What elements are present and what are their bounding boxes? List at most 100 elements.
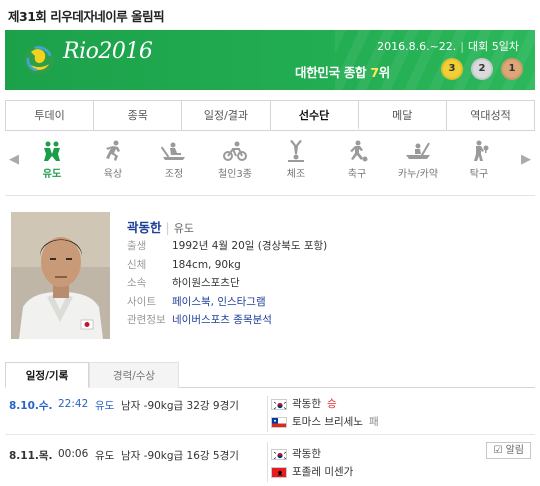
player-name[interactable]: 포졸레 미센가 [292, 466, 353, 478]
main-tabs: 투데이 종목 일정/결과 선수단 메달 역대성적 [5, 100, 535, 131]
tab-career-awards[interactable]: 경력/수상 [89, 362, 179, 388]
table-tennis-icon [474, 140, 489, 161]
carousel-next-icon[interactable]: ▶ [521, 152, 531, 167]
player-row: 곽동한 승 [271, 396, 337, 412]
player-name[interactable]: 토마스 브리세노 [292, 416, 363, 428]
match-sport: 유도 [95, 450, 115, 462]
korea-flag-icon [271, 398, 287, 410]
football-icon [350, 140, 368, 162]
tab-schedule-record[interactable]: 일정/기록 [5, 362, 89, 388]
divider [5, 434, 535, 435]
match-row: 8.11.목. 00:06 유도 남자 -90kg급 16강 5경기 곽동한 포… [5, 442, 535, 484]
rowing-icon [161, 142, 185, 160]
sport-label: 축구 [347, 169, 367, 180]
info-row-related: 관련정보 네이버스포츠 종목분석 [127, 311, 327, 330]
tab-today[interactable]: 투데이 [6, 101, 95, 130]
info-value: 184cm, 90kg [172, 258, 241, 271]
sport-item-athletics[interactable]: 육상 [86, 140, 140, 180]
gymnastics-icon [288, 140, 304, 162]
profile-subtabs: 일정/기록 경력/수상 [5, 362, 535, 388]
info-key: 신체 [127, 258, 147, 271]
match-date: 8.10.수. [9, 400, 53, 412]
tab-history[interactable]: 역대성적 [446, 101, 535, 130]
match-sport: 유도 [95, 400, 115, 412]
player-row: 포졸레 미센가 [271, 464, 353, 480]
chile-flag-icon [271, 416, 287, 428]
albania-flag-icon [271, 466, 287, 478]
related-info-link[interactable]: 네이버스포츠 종목분석 [172, 314, 272, 326]
info-row-birth: 출생 1992년 4월 20일 (경상북도 포항) [127, 237, 327, 256]
athlete-info: 출생 1992년 4월 20일 (경상북도 포항) 신체 184cm, 90kg 소… [127, 237, 327, 330]
tab-medals[interactable]: 메달 [358, 101, 447, 130]
player-row: 곽동한 [271, 446, 321, 462]
match-event[interactable]: 남자 -90kg급 16강 5경기 [121, 448, 239, 463]
canoe-icon [406, 142, 430, 159]
divider [267, 442, 268, 482]
page-title: 제31회 리우데자네이루 올림픽 [8, 9, 165, 24]
rio2016-wordmark: Rio2016 [63, 39, 153, 64]
athlete-sport: 유도 [173, 222, 194, 235]
info-key: 소속 [127, 277, 147, 289]
athlete-name[interactable]: 곽동한 [127, 220, 162, 235]
sports-carousel: ◀ 유도 육상 조정 철인3종 체조 축구 카누/카약 탁구 ▶ [5, 138, 535, 186]
match-time: 22:42 [58, 398, 89, 410]
athlete-heading: 곽동한 | 유도 [127, 220, 194, 235]
info-key: 사이트 [127, 295, 156, 308]
sport-label: 육상 [103, 169, 123, 180]
player-name[interactable]: 곽동한 [292, 448, 321, 460]
divider [267, 396, 268, 432]
alarm-icon: ☑ [493, 445, 506, 456]
sport-item-judo[interactable]: 유도 [25, 140, 79, 180]
sport-item-triathlon[interactable]: 철인3종 [208, 140, 262, 180]
sport-label: 탁구 [469, 169, 489, 180]
bronze-medal-count: 1 [501, 58, 523, 80]
rank-label: 대한민국 종합 [295, 65, 371, 80]
athlete-photo [11, 212, 110, 339]
carousel-prev-icon[interactable]: ◀ [9, 152, 19, 167]
korea-flag-icon [271, 448, 287, 460]
competition-day: 대회 5일차 [468, 40, 519, 53]
triathlon-icon [223, 141, 247, 161]
olympic-banner[interactable]: Rio2016 2016.8.6.~22. | 대회 5일차 대한민국 종합 7위 … [5, 30, 535, 90]
info-row-body: 신체 184cm, 90kg [127, 256, 327, 275]
match-event[interactable]: 남자 -90kg급 32강 9경기 [121, 398, 239, 413]
sport-item-football[interactable]: 축구 [330, 140, 384, 180]
sport-label: 카누/카약 [397, 169, 439, 180]
match-result: 패 [368, 416, 379, 428]
sport-item-table-tennis[interactable]: 탁구 [452, 140, 506, 180]
date-range: 2016.8.6.~22. [377, 40, 457, 53]
info-row-affiliation: 소속 하이원스포츠단 [127, 274, 327, 293]
player-name[interactable]: 곽동한 [292, 398, 321, 410]
judo-icon [44, 141, 60, 161]
info-value: 하이원스포츠단 [172, 277, 240, 289]
tab-sports[interactable]: 종목 [94, 101, 183, 130]
sport-item-gymnastics[interactable]: 체조 [269, 140, 323, 180]
tab-team[interactable]: 선수단 [270, 101, 359, 130]
sport-item-canoe[interactable]: 카누/카약 [391, 140, 445, 180]
rank-suffix: 위 [378, 65, 391, 80]
olympic-dates: 2016.8.6.~22. | 대회 5일차 [377, 40, 519, 53]
korea-rank[interactable]: 대한민국 종합 7위 [295, 62, 390, 81]
sport-item-rowing[interactable]: 조정 [147, 140, 201, 180]
sport-label: 철인3종 [218, 169, 252, 180]
match-time: 00:06 [58, 448, 89, 460]
match-row: 8.10.수. 22:42 유도 남자 -90kg급 32강 9경기 곽동한 승 … [5, 396, 535, 434]
sport-label: 조정 [164, 169, 184, 180]
match-result: 승 [326, 398, 337, 410]
alarm-label: 알림 [505, 445, 524, 456]
alarm-button[interactable]: ☑ 알림 [486, 442, 531, 459]
rank-number: 7 [370, 65, 379, 80]
athletics-icon [106, 140, 120, 161]
sport-label: 체조 [286, 169, 306, 180]
tab-schedule-results[interactable]: 일정/결과 [182, 101, 271, 130]
silver-medal-count: 2 [471, 58, 493, 80]
info-key: 관련정보 [127, 314, 166, 326]
sport-label: 유도 [42, 169, 62, 180]
info-value: 1992년 4월 20일 (경상북도 포항) [172, 240, 328, 252]
player-row: 토마스 브리세노 패 [271, 414, 379, 430]
gold-medal-count: 3 [441, 58, 463, 80]
info-key: 출생 [127, 240, 147, 252]
social-links[interactable]: 페이스북, 인스타그램 [172, 296, 266, 308]
info-row-sites: 사이트 페이스북, 인스타그램 [127, 293, 327, 312]
match-date: 8.11.목. [9, 450, 53, 462]
